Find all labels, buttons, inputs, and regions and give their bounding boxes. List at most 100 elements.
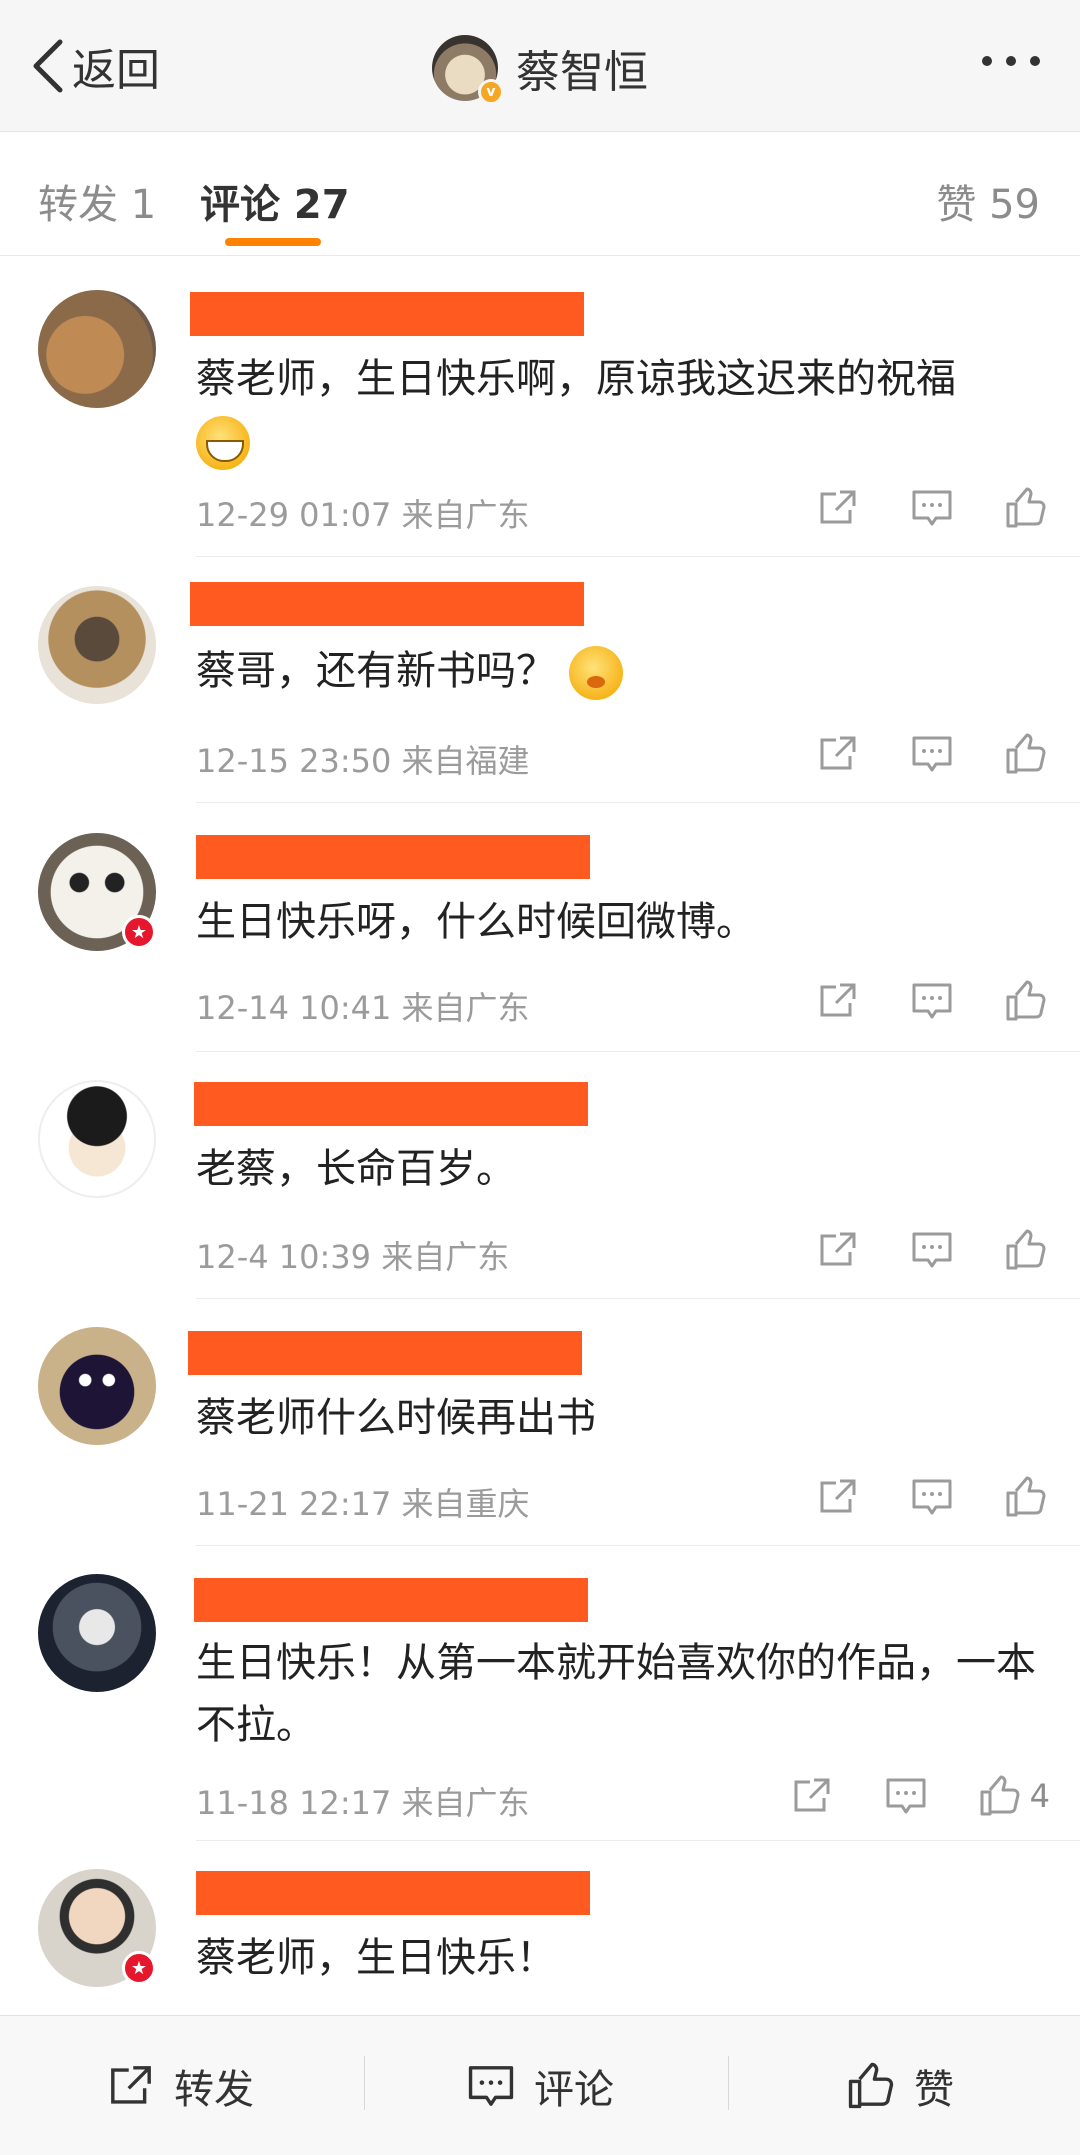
like-count: 4 <box>1029 1777 1050 1815</box>
redacted-username[interactable] <box>190 292 584 336</box>
comment-meta: 12-14 10:41 来自广东 <box>196 983 530 1029</box>
author-name: 蔡智恒 <box>516 47 648 98</box>
comment-text: 生日快乐呀，什么时候回微博。 <box>196 891 1040 953</box>
comment-icon <box>912 1232 952 1268</box>
redacted-username[interactable] <box>196 1871 590 1915</box>
reply-button[interactable] <box>908 484 956 532</box>
comment-text: 生日快乐！从第一本就开始喜欢你的作品，一本不拉。 <box>196 1632 1040 1756</box>
share-button[interactable] <box>814 1473 862 1521</box>
top-nav-bar: 返回 v 蔡智恒 <box>0 0 1080 132</box>
comment-icon <box>886 1778 926 1814</box>
repost-button[interactable]: 转发 <box>0 2016 360 2155</box>
divider <box>196 1545 1080 1546</box>
like-button[interactable] <box>1002 730 1050 778</box>
page-title: v 蔡智恒 <box>0 30 1080 106</box>
like-button[interactable] <box>1002 484 1050 532</box>
share-icon <box>820 1232 856 1266</box>
like-button[interactable] <box>1002 1226 1050 1274</box>
comment-text: 蔡哥，还有新书吗？ <box>196 640 1040 702</box>
redacted-username[interactable] <box>194 1578 588 1622</box>
badge-icon: ★ <box>122 915 156 949</box>
comment-time: 11-21 22:17 <box>196 1485 392 1523</box>
avatar[interactable] <box>38 1080 156 1198</box>
avatar[interactable] <box>38 586 156 704</box>
thumbs-up-icon <box>980 1775 1020 1816</box>
author-avatar[interactable]: v <box>432 35 504 105</box>
reply-button[interactable] <box>908 977 956 1025</box>
comment-button[interactable]: 评论 <box>360 2016 720 2155</box>
like-button[interactable]: 赞 <box>720 2016 1080 2155</box>
like-label: 赞 <box>914 2066 954 2113</box>
divider <box>196 1051 1080 1052</box>
avatar[interactable] <box>38 1574 156 1692</box>
share-button[interactable] <box>814 1226 862 1274</box>
reply-button[interactable] <box>908 730 956 778</box>
comment-time: 12-4 10:39 <box>196 1238 372 1276</box>
comment-text-body: 生日快乐呀，什么时候回微博。 <box>196 899 756 945</box>
comment-actions <box>768 484 1050 532</box>
share-button[interactable] <box>788 1772 836 1820</box>
comment-icon <box>912 490 952 526</box>
comment-text-body: 蔡老师，生日快乐啊，原谅我这迟来的祝福 <box>196 356 956 402</box>
share-button[interactable] <box>814 977 862 1025</box>
like-button[interactable] <box>976 1772 1024 1820</box>
comment-text: 蔡老师什么时候再出书 <box>196 1387 1040 1449</box>
comment-location: 来自广东 <box>401 1784 530 1822</box>
comment-text-body: 蔡老师什么时候再出书 <box>196 1395 596 1441</box>
comment-text-body: 老蔡，长命百岁。 <box>196 1146 516 1192</box>
comment-text-body: 生日快乐！从第一本就开始喜欢你的作品，一本不拉。 <box>196 1640 1036 1748</box>
comment-location: 来自广东 <box>381 1238 510 1276</box>
reply-button[interactable] <box>908 1226 956 1274</box>
tab-comment[interactable]: 评论 27 <box>200 172 350 230</box>
avatar[interactable] <box>38 1327 156 1445</box>
tab-like[interactable]: 赞 59 <box>936 172 1040 230</box>
comment-meta: 12-4 10:39 来自广东 <box>196 1232 509 1278</box>
thumbs-up-icon <box>1006 733 1046 774</box>
comment-time: 11-18 12:17 <box>196 1784 392 1822</box>
comment-meta: 12-15 23:50 来自福建 <box>196 736 530 782</box>
more-button[interactable] <box>982 56 1040 66</box>
like-button[interactable] <box>1002 1473 1050 1521</box>
reply-button[interactable] <box>882 1772 930 1820</box>
comment-text: 蔡老师，生日快乐啊，原谅我这迟来的祝福 <box>196 348 1040 472</box>
comment-location: 来自广东 <box>401 989 530 1027</box>
tab-repost[interactable]: 转发 1 <box>38 172 156 230</box>
thumbs-up-icon <box>1006 487 1046 528</box>
active-tab-indicator <box>225 238 321 246</box>
more-dots-icon <box>982 56 992 66</box>
share-icon <box>111 2065 151 2104</box>
comment-icon <box>468 2065 514 2106</box>
thumbs-up-icon <box>1006 1229 1046 1270</box>
comment-time: 12-14 10:41 <box>196 989 392 1027</box>
comment-text: 蔡老师，生日快乐！ <box>196 1927 1040 1989</box>
redacted-username[interactable] <box>196 835 590 879</box>
like-button[interactable] <box>1002 977 1050 1025</box>
share-icon <box>820 736 856 770</box>
comment-location: 来自重庆 <box>401 1485 530 1523</box>
share-icon <box>794 1778 830 1812</box>
share-button[interactable] <box>814 484 862 532</box>
thumbs-up-icon <box>1006 980 1046 1021</box>
redacted-username[interactable] <box>194 1082 588 1126</box>
comment-actions <box>768 1473 1050 1521</box>
comment-meta: 11-21 22:17 来自重庆 <box>196 1479 530 1525</box>
tab-bar: 转发 1 评论 27 赞 59 <box>0 132 1080 256</box>
share-icon <box>820 1479 856 1513</box>
avatar[interactable] <box>38 290 156 408</box>
comment-time: 12-15 23:50 <box>196 742 392 780</box>
bottom-action-bar: 转发 评论 赞 <box>0 2015 1080 2155</box>
comment-actions <box>768 730 1050 778</box>
redacted-username[interactable] <box>188 1331 582 1375</box>
comment-location: 来自福建 <box>401 742 530 780</box>
comment-label: 评论 <box>534 2066 614 2113</box>
share-button[interactable] <box>814 730 862 778</box>
reply-button[interactable] <box>908 1473 956 1521</box>
comment-actions: 4 <box>742 1772 1050 1820</box>
repost-label: 转发 <box>174 2066 254 2113</box>
share-icon <box>820 490 856 524</box>
comment-text: 老蔡，长命百岁。 <box>196 1138 1040 1200</box>
redacted-username[interactable] <box>190 582 584 626</box>
divider <box>196 1298 1080 1299</box>
comment-icon <box>912 1479 952 1515</box>
divider <box>196 802 1080 803</box>
